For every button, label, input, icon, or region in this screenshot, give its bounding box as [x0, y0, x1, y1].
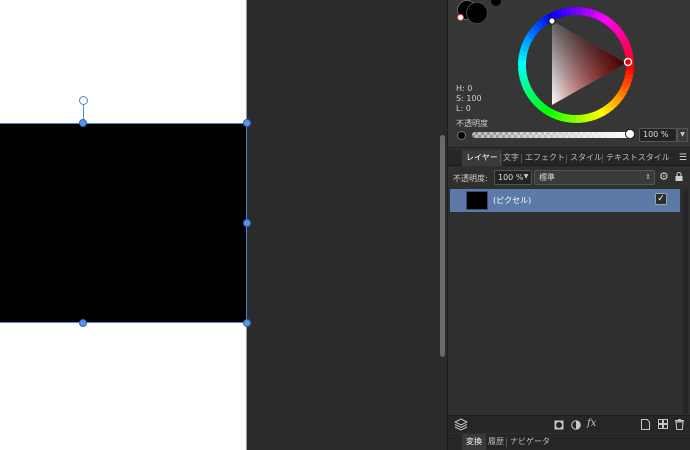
- l-value: L: 0: [456, 104, 471, 113]
- s-value: S: 100: [456, 94, 482, 103]
- fx-icon[interactable]: fx: [587, 418, 596, 429]
- tab-styles[interactable]: スタイル: [570, 150, 602, 166]
- tab-text-styles[interactable]: テキストスタイル: [606, 150, 670, 166]
- mask-icon[interactable]: [554, 420, 564, 430]
- picker-swatch[interactable]: [491, 0, 501, 6]
- new-layer-icon[interactable]: [641, 419, 650, 430]
- tab-divider: [602, 154, 603, 163]
- opacity-color-dot: [457, 131, 466, 140]
- tab-transform[interactable]: 変換: [462, 434, 486, 450]
- tab-effects[interactable]: エフェクト: [525, 150, 565, 166]
- layers-tabbar: レイヤー 文字 エフェクト スタイル テキストスタイル ☰: [448, 150, 690, 166]
- layer-options: 不透明度: 100 % ▼ 標準 ⇕ ⚙: [448, 167, 690, 189]
- tab-history[interactable]: 履歴: [488, 434, 504, 450]
- h-value: H: 0: [456, 84, 473, 93]
- rotation-handle[interactable]: [79, 96, 88, 105]
- opacity-slider[interactable]: [472, 132, 632, 138]
- tab-divider: [506, 438, 507, 447]
- right-panel: H: 0 S: 100 L: 0 不透明度 100 % ▼ レイヤー 文字 エフ…: [447, 0, 690, 450]
- layer-visibility-checkbox[interactable]: ✓: [655, 193, 667, 205]
- color-opacity-field[interactable]: 100 %: [639, 128, 677, 142]
- canvas-area[interactable]: [0, 0, 440, 450]
- layers-toolbar: fx: [448, 415, 690, 433]
- bottom-tabbar: 変換 履歴 ナビゲータ: [448, 434, 690, 450]
- layer-opacity-dropdown[interactable]: ▼: [520, 170, 532, 185]
- triangle-picker[interactable]: [548, 17, 556, 25]
- blend-mode-select[interactable]: 標準 ⇕: [534, 170, 655, 185]
- handle-middle-right[interactable]: [243, 219, 251, 227]
- gear-icon[interactable]: ⚙: [659, 170, 669, 183]
- tab-divider: [521, 154, 522, 163]
- color-opacity-label: 不透明度: [456, 119, 488, 128]
- layers-icon[interactable]: [454, 418, 468, 431]
- group-icon[interactable]: [658, 419, 668, 429]
- layer-thumbnail: [466, 191, 488, 210]
- chevron-updown-icon: ⇕: [645, 173, 651, 181]
- tab-divider: [566, 154, 567, 163]
- handle-bottom-right[interactable]: [243, 319, 251, 327]
- layers-scrollbar[interactable]: [683, 189, 688, 414]
- tab-divider: [500, 154, 501, 163]
- trash-icon[interactable]: [675, 419, 684, 430]
- color-opacity-dropdown[interactable]: ▼: [677, 128, 688, 142]
- no-color-swatch[interactable]: [457, 14, 464, 21]
- handle-bottom-middle[interactable]: [79, 319, 87, 327]
- tab-text[interactable]: 文字: [503, 150, 519, 166]
- canvas-scrollbar[interactable]: [440, 135, 445, 357]
- tab-layers[interactable]: レイヤー: [462, 150, 502, 166]
- color-wheel[interactable]: [515, 4, 637, 126]
- adjustment-icon[interactable]: [571, 420, 581, 430]
- layer-opacity-label: 不透明度:: [453, 174, 488, 183]
- stroke-swatch[interactable]: [466, 2, 488, 24]
- opacity-slider-knob[interactable]: [625, 129, 635, 139]
- color-panel: H: 0 S: 100 L: 0 不透明度 100 % ▼: [448, 0, 690, 148]
- selection-outline: [0, 123, 247, 323]
- layer-row[interactable]: (ピクセル) ✓: [450, 189, 680, 212]
- handle-top-right[interactable]: [243, 119, 251, 127]
- handle-top-middle[interactable]: [79, 119, 87, 127]
- app-window: H: 0 S: 100 L: 0 不透明度 100 % ▼ レイヤー 文字 エフ…: [0, 0, 690, 450]
- lock-icon[interactable]: [675, 172, 683, 181]
- tab-navigator[interactable]: ナビゲータ: [510, 434, 550, 450]
- layer-name: (ピクセル): [493, 196, 532, 205]
- panel-menu-icon[interactable]: ☰: [679, 153, 687, 163]
- hsl-readout: H: 0 S: 100 L: 0: [456, 84, 482, 114]
- blend-mode-value: 標準: [539, 173, 555, 182]
